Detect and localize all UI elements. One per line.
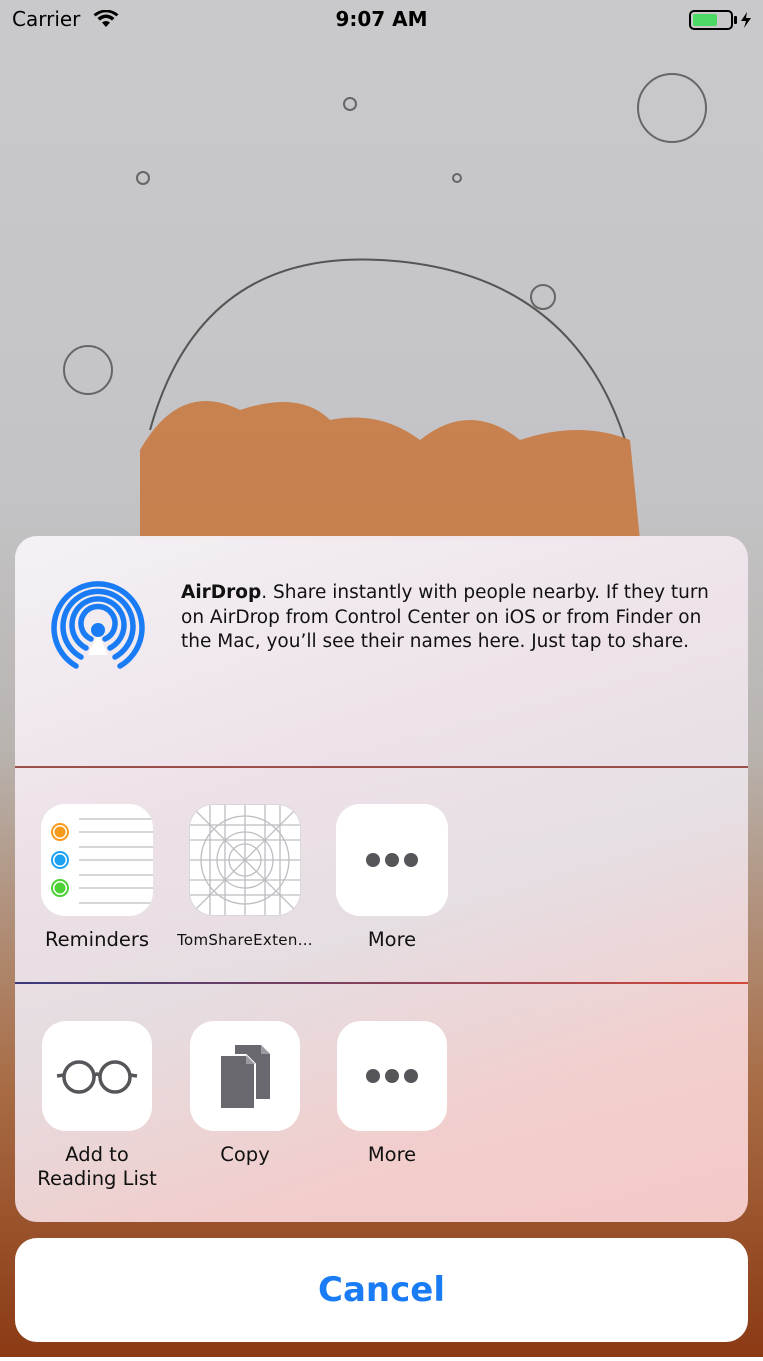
action-label: Copy (220, 1143, 270, 1166)
status-bar: Carrier 9:07 AM (0, 0, 763, 40)
action-label-line1: Add to (65, 1143, 129, 1166)
glasses-icon (42, 1021, 152, 1131)
share-item-reminders[interactable]: Reminders (27, 804, 167, 952)
battery-icon (689, 10, 755, 34)
action-add-to-reading-list[interactable]: Add to Reading List (27, 1021, 167, 1191)
divider (15, 982, 748, 984)
clock-label: 9:07 AM (335, 7, 428, 31)
action-label: More (367, 1143, 417, 1166)
copy-icon (190, 1021, 300, 1131)
share-item-label: TomShareExten… (177, 931, 313, 949)
divider (15, 766, 748, 768)
action-label: Add to Reading List (27, 1143, 167, 1191)
app-template-icon (189, 804, 301, 916)
ellipsis-icon (337, 1021, 447, 1131)
share-item-label: Reminders (45, 928, 149, 951)
ellipsis-icon (336, 804, 448, 916)
action-label-line2: Reading List (37, 1167, 157, 1190)
reminders-icon (41, 804, 153, 916)
share-item-tomshareextension[interactable]: TomShareExten… (175, 804, 315, 952)
airdrop-title: AirDrop (181, 582, 262, 603)
action-more[interactable]: More (322, 1021, 462, 1167)
action-copy[interactable]: Copy (175, 1021, 315, 1167)
share-sheet: AirDrop. Share instantly with people nea… (15, 536, 748, 1222)
share-item-label: More (367, 928, 417, 951)
airdrop-body: . Share instantly with people nearby. If… (181, 582, 709, 652)
cancel-button[interactable]: Cancel (15, 1238, 748, 1342)
airdrop-section[interactable]: AirDrop. Share instantly with people nea… (15, 536, 748, 766)
airdrop-description: AirDrop. Share instantly with people nea… (181, 581, 721, 655)
share-item-more[interactable]: More (322, 804, 462, 952)
airdrop-icon (49, 581, 147, 679)
